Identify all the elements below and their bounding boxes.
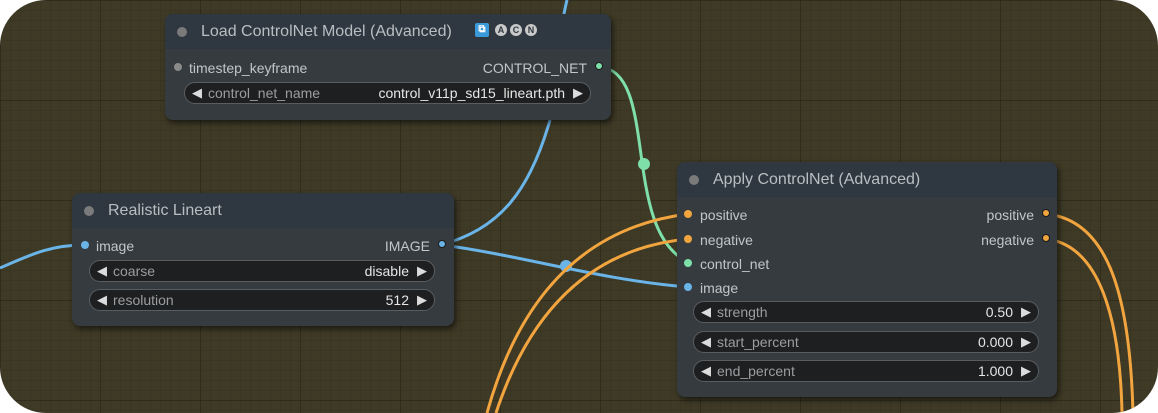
widget-start-percent[interactable]: ◀ start_percent 0.000 ▶	[693, 331, 1039, 353]
node-load-controlnet[interactable]: Load ControlNet Model (Advanced) ⧉ A C N…	[165, 14, 611, 120]
node-title: Load ControlNet Model (Advanced)	[201, 23, 452, 40]
input-slot-negative[interactable]	[684, 235, 692, 243]
arrow-right-icon[interactable]: ▶	[417, 264, 427, 278]
arrow-left-icon[interactable]: ◀	[97, 264, 107, 278]
collapse-dot-icon[interactable]	[84, 206, 94, 216]
arrow-right-icon[interactable]: ▶	[1021, 305, 1031, 319]
output-label: CONTROL_NET	[482, 60, 587, 76]
arrow-left-icon[interactable]: ◀	[701, 335, 711, 349]
widget-value: 512	[385, 292, 409, 308]
widget-control-net-name[interactable]: ◀ control_net_name control_v11p_sd15_lin…	[184, 82, 591, 104]
collapse-dot-icon[interactable]	[177, 27, 187, 37]
input-slot-positive[interactable]	[684, 210, 692, 218]
widget-label: control_net_name	[208, 85, 321, 101]
node-realistic-lineart[interactable]: Realistic Lineart image IMAGE ◀ coarse d…	[72, 193, 454, 326]
node-graph-canvas[interactable]: Load ControlNet Model (Advanced) ⧉ A C N…	[0, 0, 1158, 413]
collapse-dot-icon[interactable]	[689, 175, 699, 185]
widget-value: control_v11p_sd15_lineart.pth	[378, 85, 565, 101]
widget-value: 1.000	[977, 363, 1013, 379]
arrow-right-icon[interactable]: ▶	[417, 293, 427, 307]
input-slot-image[interactable]	[684, 283, 692, 291]
widget-label: end_percent	[717, 363, 795, 379]
node-header[interactable]: Realistic Lineart	[72, 193, 454, 228]
puzzle-icon: ⧉	[475, 23, 489, 37]
node-apply-controlnet[interactable]: Apply ControlNet (Advanced) positive neg…	[677, 162, 1057, 397]
badge-a: A	[495, 24, 507, 36]
widget-label: start_percent	[717, 334, 799, 350]
input-label: negative	[700, 232, 753, 248]
input-slot-control-net[interactable]	[684, 259, 692, 267]
widget-end-percent[interactable]: ◀ end_percent 1.000 ▶	[693, 360, 1039, 382]
widget-value: 0.50	[985, 304, 1013, 320]
arrow-left-icon[interactable]: ◀	[192, 86, 202, 100]
output-slot-image[interactable]	[438, 240, 446, 248]
widget-label: strength	[717, 304, 768, 320]
widget-value: 0.000	[977, 334, 1013, 350]
input-label: image	[96, 238, 135, 254]
arrow-left-icon[interactable]: ◀	[701, 305, 711, 319]
badge-c: C	[510, 24, 522, 36]
arrow-left-icon[interactable]: ◀	[701, 364, 711, 378]
widget-coarse[interactable]: ◀ coarse disable ▶	[89, 260, 435, 282]
node-title: Apply ControlNet (Advanced)	[713, 171, 921, 188]
output-label: IMAGE	[384, 238, 430, 254]
input-slot-timestep-keyframe[interactable]	[174, 63, 182, 71]
input-label: control_net	[700, 256, 770, 272]
node-header[interactable]: Load ControlNet Model (Advanced) ⧉ A C N	[165, 14, 611, 49]
output-label: positive	[986, 207, 1034, 223]
arrow-right-icon[interactable]: ▶	[1021, 364, 1031, 378]
input-label: image	[700, 280, 739, 296]
input-label: timestep_keyframe	[189, 60, 308, 76]
widget-strength[interactable]: ◀ strength 0.50 ▶	[693, 301, 1039, 323]
input-slot-image[interactable]	[81, 241, 89, 249]
widget-resolution[interactable]: ◀ resolution 512 ▶	[89, 289, 435, 311]
link-midpoint-control-net[interactable]	[638, 158, 650, 170]
input-label: positive	[700, 207, 748, 223]
link-negative-in[interactable]	[494, 237, 689, 413]
output-slot-control-net[interactable]	[595, 62, 603, 70]
output-label: negative	[981, 232, 1034, 248]
widget-value: disable	[364, 263, 409, 279]
node-header[interactable]: Apply ControlNet (Advanced)	[677, 162, 1057, 197]
arrow-right-icon[interactable]: ▶	[1021, 335, 1031, 349]
arrow-right-icon[interactable]: ▶	[573, 86, 583, 100]
widget-label: coarse	[113, 263, 156, 279]
node-title: Realistic Lineart	[108, 202, 222, 219]
output-slot-positive[interactable]	[1042, 209, 1050, 217]
badge-n: N	[525, 24, 537, 36]
arrow-left-icon[interactable]: ◀	[97, 293, 107, 307]
link-negative-out[interactable]	[1045, 237, 1124, 413]
link-image-upper[interactable]	[439, 119, 552, 247]
widget-label: resolution	[113, 292, 174, 308]
output-slot-negative[interactable]	[1042, 234, 1050, 242]
